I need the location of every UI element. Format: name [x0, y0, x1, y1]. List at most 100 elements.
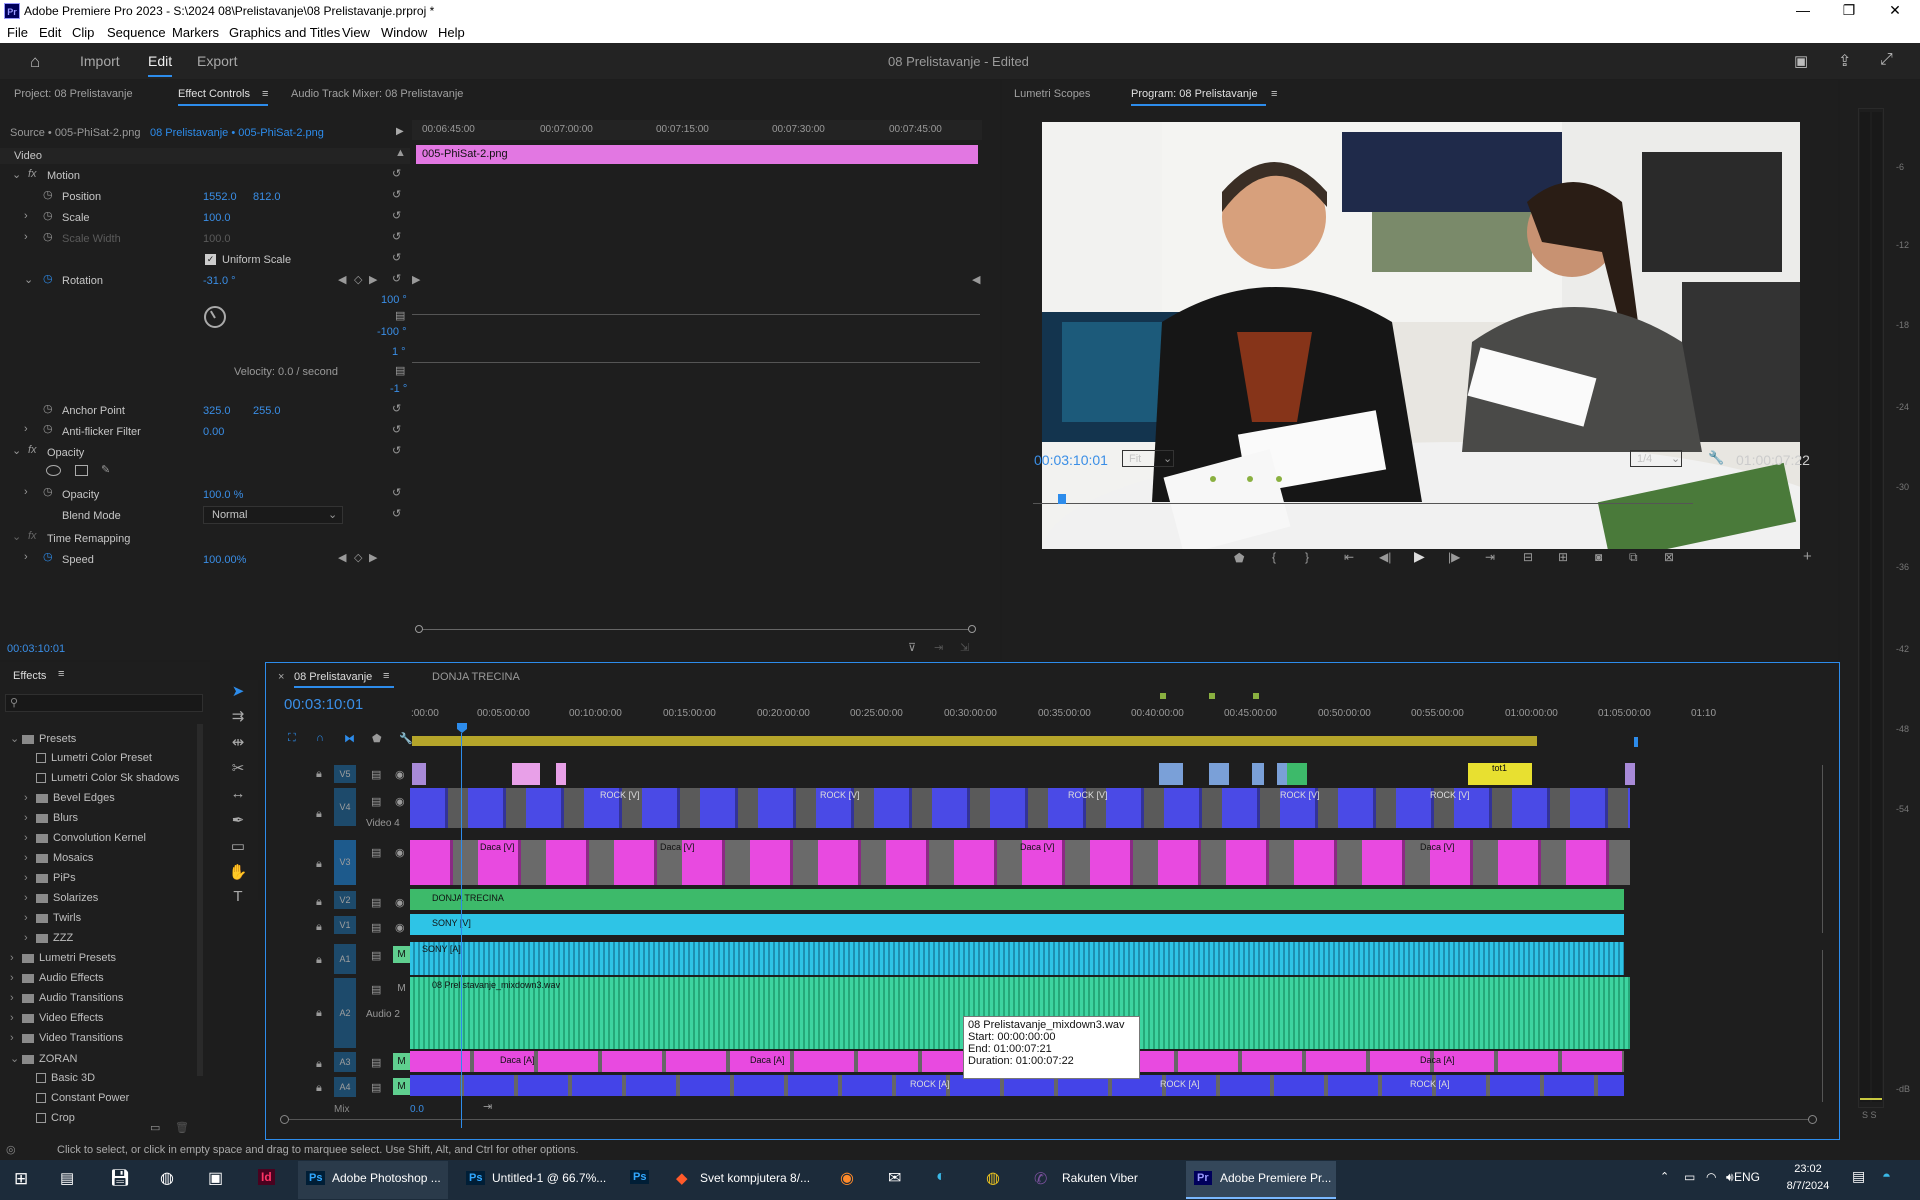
clock-time[interactable]: 23:02 — [1778, 1163, 1838, 1175]
sync-lock-icon[interactable]: ▤ — [371, 983, 381, 996]
chevron-down-icon[interactable]: ⌄ — [10, 732, 22, 745]
audio-v-scrollbar[interactable] — [1822, 950, 1823, 1102]
effects-item[interactable]: › Blurs — [24, 812, 78, 824]
chevron-right-icon[interactable]: › — [24, 912, 36, 924]
tab-donja-trecina[interactable]: DONJA TRECINA — [432, 671, 520, 683]
chevron-right-icon[interactable]: › — [10, 1032, 22, 1044]
effects-item[interactable]: › ZZZ — [24, 932, 73, 944]
taskbar-item-brave[interactable]: ◆ Svet kompjutera 8/... — [670, 1161, 820, 1199]
workspace-icon[interactable]: ▣ — [1794, 52, 1808, 70]
playhead-handle[interactable] — [457, 723, 467, 733]
track-select-icon[interactable]: ⇉ — [228, 707, 248, 727]
sync-lock-icon[interactable]: ▤ — [371, 1081, 381, 1094]
close-icon[interactable]: ✕ — [1880, 2, 1910, 20]
notifications-icon[interactable]: ▤ — [1852, 1168, 1865, 1185]
work-area-bar[interactable] — [412, 736, 1537, 746]
effects-item[interactable]: › Mosaics — [24, 852, 93, 864]
expand-speed-icon[interactable]: › — [24, 551, 28, 563]
tab-audio-mixer[interactable]: Audio Track Mixer: 08 Prelistavanje — [291, 88, 463, 100]
clock-date[interactable]: 8/7/2024 — [1775, 1180, 1841, 1192]
track-target-a4[interactable]: A4 — [334, 1077, 356, 1097]
maximize-icon[interactable]: ❐ — [1834, 2, 1864, 20]
minimize-icon[interactable]: — — [1788, 2, 1818, 20]
mail-icon[interactable]: ✉ — [888, 1168, 901, 1188]
new-folder-icon[interactable]: ▭ — [150, 1121, 160, 1134]
expand-time-remap-icon[interactable]: ⌄ — [12, 530, 21, 543]
panel-menu-icon[interactable]: ≡ — [383, 670, 389, 682]
pen-mask-icon[interactable]: ✎ — [101, 463, 110, 476]
app-icon[interactable]: ▣ — [208, 1168, 223, 1188]
chevron-right-icon[interactable]: › — [24, 812, 36, 824]
network-icon[interactable]: ▭ — [1684, 1170, 1695, 1184]
photoshop-icon[interactable]: Ps — [630, 1170, 650, 1184]
track-target-v1[interactable]: V1 — [334, 916, 356, 934]
hand-icon[interactable]: ✋ — [228, 863, 248, 883]
effects-item[interactable]: Crop — [24, 1112, 75, 1124]
ec-zoom-bar[interactable] — [415, 629, 975, 630]
mark-out-icon[interactable]: } — [1305, 550, 1309, 564]
firefox-icon[interactable]: ◉ — [840, 1168, 854, 1188]
prev-keyframe-icon[interactable]: ◀ — [338, 551, 346, 564]
mute-button-a3[interactable]: M — [393, 1053, 410, 1070]
work-area-end[interactable] — [1634, 737, 1638, 747]
clip[interactable] — [1159, 763, 1183, 785]
clip[interactable] — [1252, 763, 1264, 785]
effects-item[interactable]: Basic 3D — [24, 1072, 95, 1084]
marker-icon[interactable] — [1210, 476, 1216, 482]
tab-edit[interactable]: Edit — [148, 53, 172, 69]
sync-lock-icon[interactable]: ▤ — [371, 949, 381, 962]
camera-icon[interactable]: ◙ — [1595, 550, 1602, 564]
sync-lock-icon[interactable]: ▤ — [371, 1056, 381, 1069]
razor-icon[interactable]: ✂ — [228, 759, 248, 779]
clip[interactable] — [556, 763, 566, 785]
fullscreen-icon[interactable]: ⤢ — [1880, 51, 1893, 69]
chrome-icon[interactable]: ◍ — [986, 1168, 1000, 1188]
lock-icon[interactable]: 🔒︎ — [316, 896, 322, 909]
add-keyframe-icon[interactable]: ◇ — [354, 273, 362, 286]
program-timecode[interactable]: 00:03:10:01 — [1034, 452, 1108, 468]
clip[interactable] — [512, 763, 540, 785]
scale-value[interactable]: 100.0 — [203, 212, 231, 224]
linked-selection-icon[interactable]: ⧓ — [344, 732, 355, 745]
track-target-v3[interactable]: V3 — [334, 840, 356, 885]
sequence-clip-label[interactable]: 08 Prelistavanje • 005-PhiSat-2.png — [150, 127, 324, 139]
indesign-icon[interactable]: Id — [258, 1169, 275, 1185]
add-keyframe-icon[interactable]: ◇ — [354, 551, 362, 564]
track-target-v4[interactable]: V4 — [334, 788, 356, 826]
lock-icon[interactable]: 🔒︎ — [316, 808, 322, 821]
rotation-dial[interactable] — [204, 306, 226, 328]
reset-blend-icon[interactable]: ↺ — [392, 507, 401, 520]
uniform-scale-checkbox[interactable]: ✓ — [205, 254, 216, 265]
menu-clip[interactable]: Clip — [72, 25, 94, 40]
comparison-view-icon[interactable]: ⧉ — [1629, 550, 1638, 565]
home-icon[interactable]: ⌂ — [30, 52, 40, 72]
button-editor-icon[interactable]: + — [1803, 548, 1812, 565]
effects-item[interactable]: › Bevel Edges — [24, 792, 115, 804]
step-back-icon[interactable]: ◀| — [1379, 550, 1391, 564]
eye-icon[interactable]: ◉ — [395, 921, 405, 934]
fit-select[interactable]: Fit ⌄ — [1122, 450, 1174, 467]
expand-antiflicker-icon[interactable]: › — [24, 423, 28, 435]
solo-buttons[interactable]: S S — [1862, 1110, 1877, 1120]
reset-rotation-icon[interactable]: ↺ — [392, 272, 401, 285]
ec-timeline-ruler[interactable]: 00:06:45:00 00:07:00:00 00:07:15:00 00:0… — [412, 120, 982, 140]
reset-anchor-icon[interactable]: ↺ — [392, 402, 401, 415]
menu-markers[interactable]: Markers — [172, 25, 219, 40]
tray-chevron-icon[interactable]: ⌃ — [1660, 1170, 1669, 1183]
chevron-right-icon[interactable]: › — [24, 932, 36, 944]
panel-menu-icon[interactable]: ≡ — [1271, 88, 1277, 100]
tab-lumetri-scopes[interactable]: Lumetri Scopes — [1014, 88, 1090, 100]
mute-button-a1[interactable]: M — [393, 946, 410, 963]
stopwatch-icon[interactable]: ◷ — [43, 209, 53, 222]
effects-search-input[interactable]: ⚲ — [5, 694, 203, 712]
chevron-right-icon[interactable]: › — [24, 852, 36, 864]
chevron-right-icon[interactable]: › — [10, 1012, 22, 1024]
mix-value[interactable]: 0.0 — [410, 1104, 424, 1115]
ripple-edit-icon[interactable]: ⇹ — [228, 733, 248, 753]
chevron-right-icon[interactable]: › — [24, 872, 36, 884]
reset-opacity-section-icon[interactable]: ↺ — [392, 444, 401, 457]
marker-icon[interactable] — [1253, 693, 1259, 699]
mark-in-icon[interactable]: { — [1272, 550, 1276, 564]
clip[interactable] — [1209, 763, 1229, 785]
pen-icon[interactable]: ✒ — [228, 811, 248, 831]
